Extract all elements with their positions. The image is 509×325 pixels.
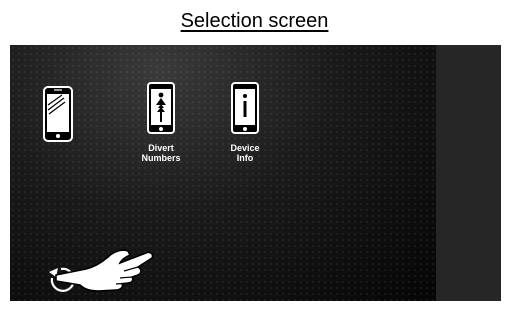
info-icon — [231, 82, 259, 134]
gesture-overlay — [49, 249, 154, 292]
tile-divert-numbers[interactable]: Divert Numbers — [131, 81, 191, 163]
tile-device-info[interactable]: Device Info — [215, 81, 275, 163]
divert-person-icon — [147, 82, 175, 134]
device-screen: Divert Numbers Device Info — [10, 45, 501, 301]
page-caption: Selection screen — [180, 10, 329, 32]
selection-area: Divert Numbers Device Info — [10, 45, 436, 301]
tile-device-info-label: Device Info — [230, 143, 260, 163]
tile-divert-numbers-label: Divert Numbers — [141, 143, 181, 163]
tile-phone[interactable] — [28, 85, 88, 151]
side-panel — [436, 45, 501, 301]
smartphone-icon — [43, 86, 73, 142]
